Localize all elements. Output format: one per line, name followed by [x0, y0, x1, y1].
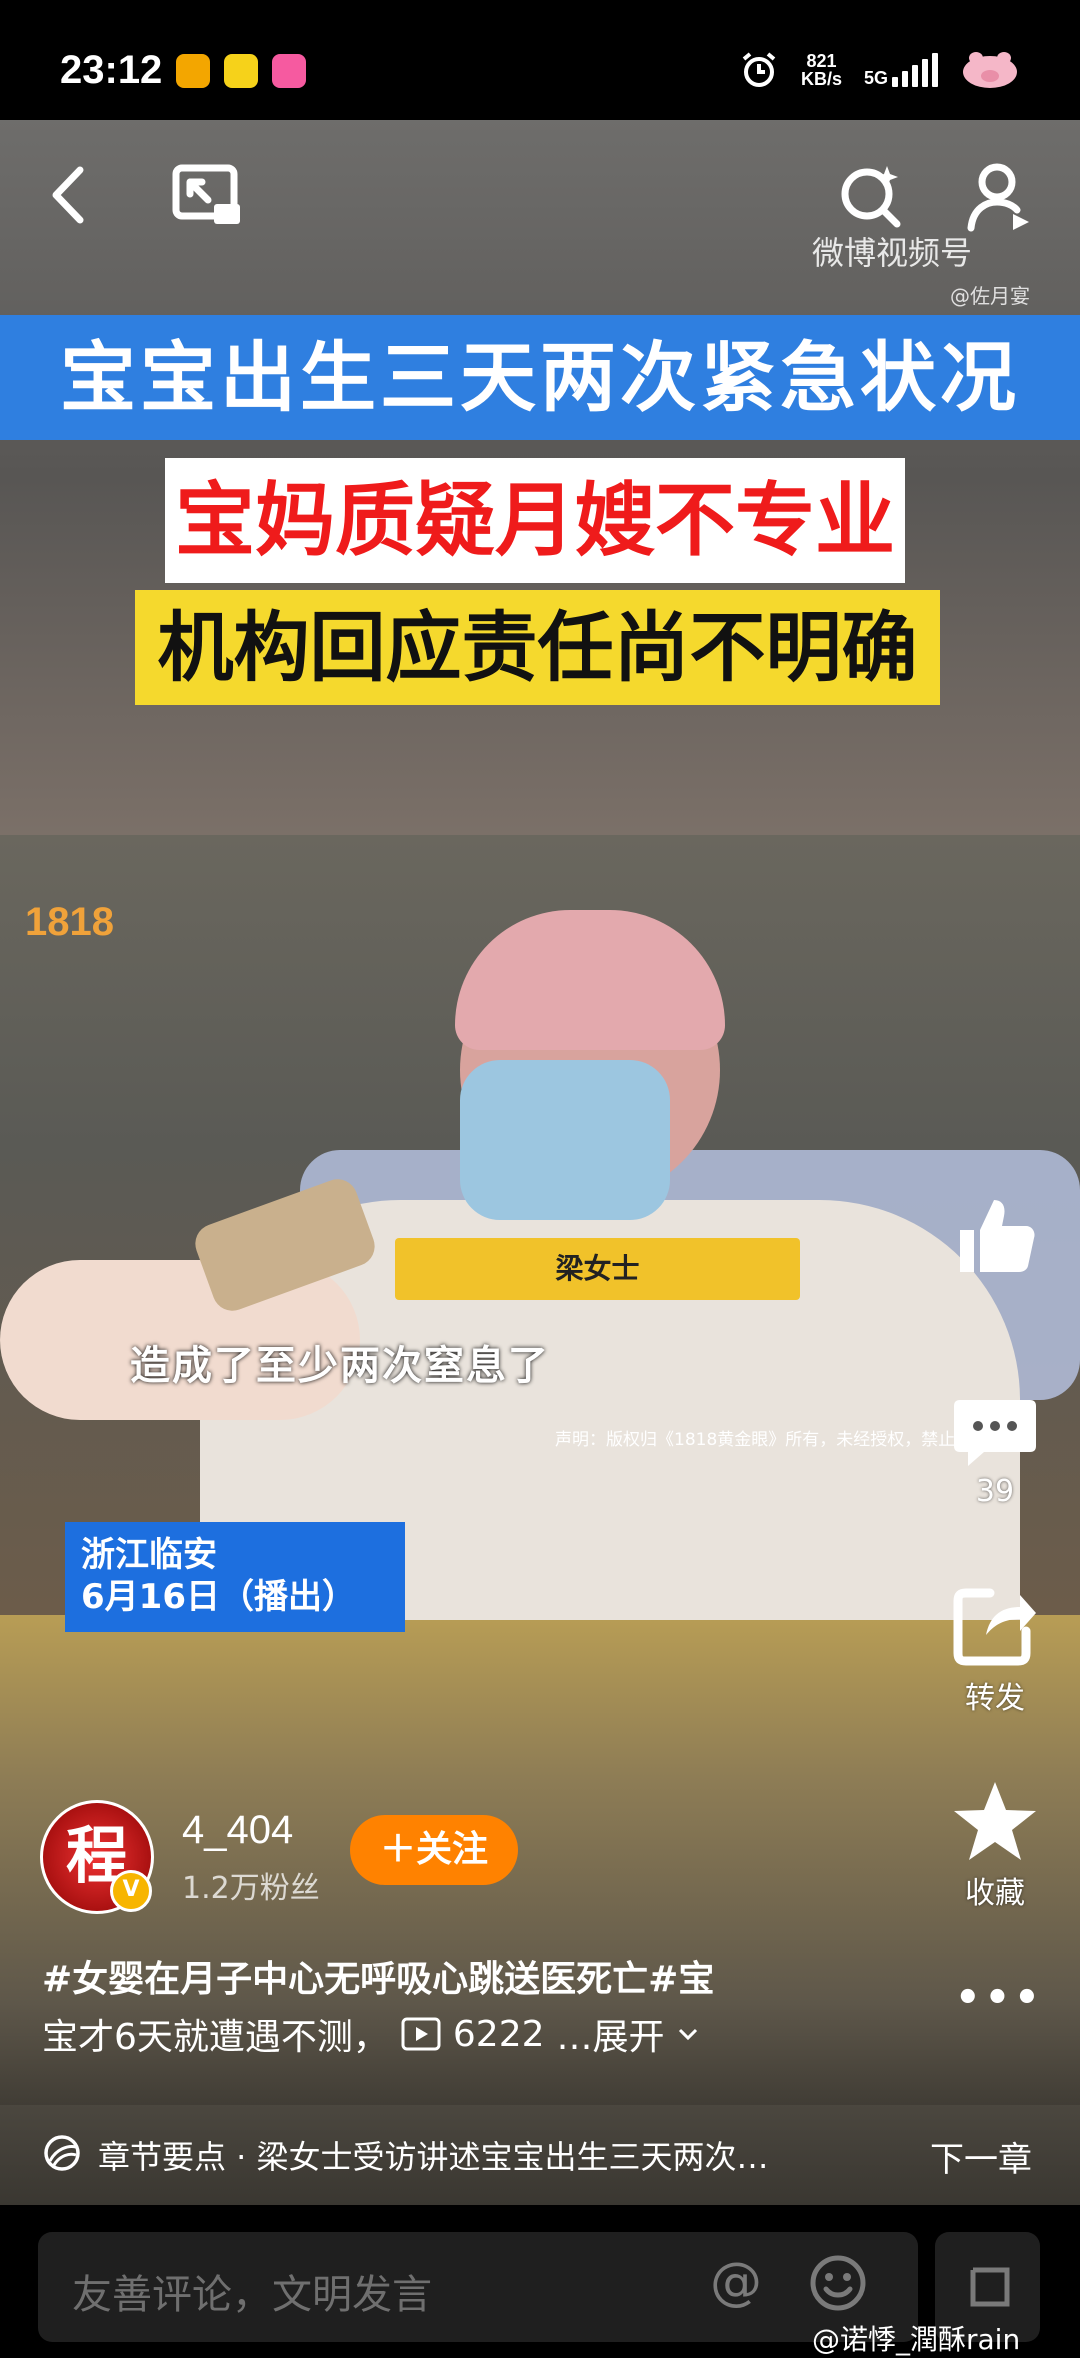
video-frame-bottom	[0, 1615, 1080, 2170]
share-label: 转发	[965, 1681, 1025, 1716]
favorite-button[interactable]: 收藏	[940, 1778, 1050, 1912]
mention-icon[interactable]: @	[710, 2252, 762, 2312]
signal-icon	[892, 53, 938, 87]
like-button[interactable]	[940, 1190, 1050, 1284]
weibo-app-icon	[176, 54, 210, 88]
verified-badge-icon: V	[110, 1870, 152, 1912]
follow-button[interactable]: ＋关注	[350, 1815, 518, 1885]
location-line: 浙江临安	[81, 1535, 217, 1575]
comment-count: 39	[975, 1474, 1015, 1509]
status-icons: 821 KB/s 5G	[739, 50, 1020, 90]
expand-link[interactable]: …展开	[557, 2008, 665, 2060]
view-count: 6222	[452, 2013, 545, 2055]
network-type: 5G	[863, 68, 888, 88]
back-icon[interactable]	[38, 160, 98, 230]
pig-battery-icon	[963, 52, 1017, 88]
toutiao-app-icon	[224, 54, 258, 88]
next-chapter-button[interactable]: 下一章	[930, 2132, 1032, 2181]
chapter-summary[interactable]: 章节要点 · 梁女士受访讲述宝宝出生三天两次…	[98, 2132, 868, 2178]
comment-placeholder: 友善评论，文明发言	[72, 2272, 432, 2318]
share-icon	[953, 1588, 1036, 1666]
comment-button[interactable]: 39	[940, 1390, 1050, 1509]
more-options-icon[interactable]: •••	[955, 1975, 1044, 2021]
description-line2: 宝才6天就遭遇不测，	[42, 2017, 389, 2058]
video-subtitle: 造成了至少两次窒息了	[130, 1343, 550, 1389]
bilibili-app-icon	[272, 54, 306, 88]
author-name[interactable]: 4_404	[182, 1808, 293, 1853]
alarm-icon	[742, 52, 776, 87]
broadcast-date: 6月16日（播出）	[81, 1577, 356, 1617]
play-count-icon	[401, 2017, 441, 2051]
watermark-author: @佐月宴	[950, 284, 1030, 308]
headline-yellow: 机构回应责任尚不明确	[135, 590, 940, 705]
emoji-icon[interactable]	[808, 2253, 868, 2313]
location-box: 浙江临安 6月16日（播出）	[65, 1522, 405, 1632]
share-button[interactable]: 转发	[940, 1585, 1050, 1717]
thumbs-up-icon	[960, 1200, 1035, 1272]
name-tag: 梁女士	[395, 1238, 800, 1300]
chapter-icon	[44, 2135, 80, 2171]
comment-icon	[954, 1400, 1036, 1466]
clock: 23:12	[60, 48, 163, 92]
author-fans: 1.2万粉丝	[182, 1871, 320, 1906]
star-icon	[954, 1782, 1036, 1860]
channel-logo: 1818	[25, 900, 114, 944]
description-text[interactable]: 宝才6天就遭遇不测， 6222 …展开	[42, 2008, 699, 2060]
status-bar: 23:12 821 KB/s 5G	[0, 0, 1080, 120]
description-hashtag[interactable]: #女婴在月子中心无呼吸心跳送医死亡#宝	[42, 1950, 714, 2002]
headline-red: 宝妈质疑月嫂不专业	[165, 458, 905, 583]
chevron-down-icon[interactable]	[677, 2025, 699, 2043]
picture-in-picture-icon[interactable]	[170, 160, 245, 230]
face-mask-shape	[460, 1060, 670, 1220]
search-icon[interactable]	[835, 160, 910, 230]
video-player[interactable]: 宝宝出生三天两次紧急状况 宝妈质疑月嫂不专业 机构回应责任尚不明确 1818 梁…	[0, 120, 1080, 2170]
user-profile-icon[interactable]	[965, 160, 1035, 235]
favorite-label: 收藏	[965, 1876, 1025, 1911]
corner-watermark: @诺悸_潤酥rain	[812, 2323, 1021, 2356]
net-speed: 821 KB/s	[800, 51, 842, 89]
weibo-video-watermark: 微博视频号	[812, 234, 973, 272]
headline-banner: 宝宝出生三天两次紧急状况	[0, 315, 1080, 440]
